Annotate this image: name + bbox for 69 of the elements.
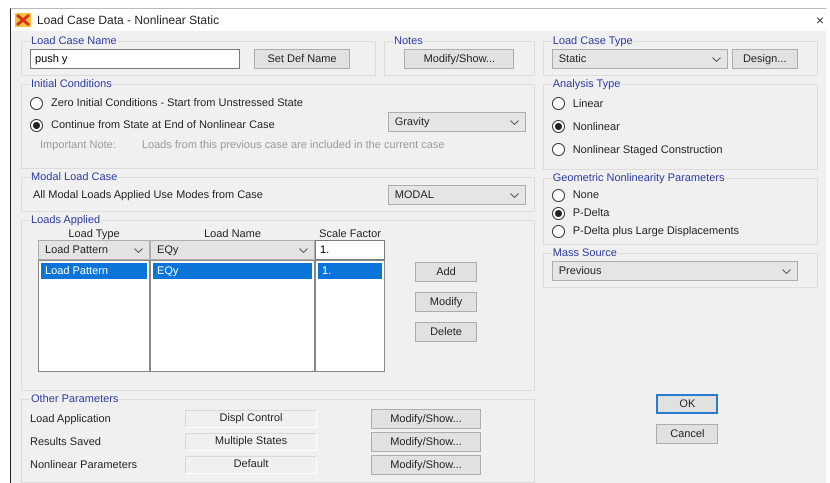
- modify-show-button[interactable]: Modify/Show...: [371, 432, 481, 452]
- list-item[interactable]: 1.: [318, 263, 382, 279]
- chevron-down-icon: [510, 192, 519, 198]
- chevron-down-icon: [782, 268, 791, 274]
- case-dropdown[interactable]: Gravity: [388, 112, 526, 132]
- radio-button[interactable]: [552, 120, 565, 133]
- list-action-button[interactable]: Delete: [415, 322, 477, 342]
- radio-label: Nonlinear Staged Construction: [572, 144, 723, 156]
- dialog-button[interactable]: OK: [656, 394, 718, 414]
- parameter-value: Multiple States: [185, 433, 317, 451]
- group-title: Analysis Type: [552, 78, 622, 90]
- group-title: Notes: [393, 35, 424, 47]
- app-logo-icon: [15, 13, 31, 27]
- chevron-down-icon: [712, 56, 721, 62]
- parameter-label: Results Saved: [30, 436, 102, 448]
- design-button[interactable]: Design...: [732, 49, 798, 69]
- chevron-down-icon: [134, 248, 143, 252]
- close-button[interactable]: ×: [816, 12, 824, 28]
- group-title: Geometric Nonlinearity Parameters: [552, 172, 726, 184]
- column-header: Load Type: [67, 228, 121, 240]
- list-item[interactable]: EQy: [153, 263, 312, 279]
- radio-button[interactable]: [552, 206, 565, 220]
- radio-button[interactable]: [552, 224, 565, 238]
- parameter-label: Load Application: [30, 413, 112, 425]
- list-action-button[interactable]: Add: [415, 262, 477, 282]
- chevron-down-icon: [299, 248, 308, 252]
- radio-button[interactable]: [30, 118, 43, 132]
- modify-show-button[interactable]: Modify/Show...: [371, 409, 481, 429]
- parameter-value: Default: [185, 456, 317, 474]
- radio-label: Linear: [572, 98, 604, 110]
- list-action-button[interactable]: Modify: [415, 292, 477, 312]
- group-title: Load Case Name: [30, 35, 118, 47]
- modal-case-label: All Modal Loads Applied Use Modes from Case: [33, 189, 263, 201]
- radio-label: Nonlinear: [572, 120, 620, 132]
- list-item[interactable]: Load Pattern: [41, 263, 147, 279]
- load-type-dropdown[interactable]: Load Pattern: [38, 240, 150, 260]
- mass-source-dropdown[interactable]: Previous: [552, 261, 798, 281]
- group-title: Other Parameters: [30, 393, 120, 405]
- column-header: Load Name: [203, 228, 262, 240]
- modal-case-dropdown[interactable]: MODAL: [388, 185, 526, 205]
- note-text: Loads from this previous case are included in the current case: [142, 139, 444, 151]
- group-title: Modal Load Case: [30, 171, 118, 183]
- parameter-label: Nonlinear Parameters: [30, 459, 138, 471]
- group-title: Load Case Type: [552, 35, 634, 47]
- note-label: Important Note:: [40, 139, 116, 151]
- group-title: Loads Applied: [30, 214, 102, 226]
- radio-button[interactable]: [552, 188, 565, 202]
- parameter-value: Displ Control: [185, 410, 317, 428]
- modify-show-button[interactable]: Modify/Show...: [404, 49, 514, 69]
- radio-label: P-Delta plus Large Displacements: [572, 225, 740, 237]
- window-title: Load Case Data - Nonlinear Static: [37, 13, 220, 27]
- chevron-down-icon: [510, 120, 519, 124]
- radio-button[interactable]: [552, 97, 565, 110]
- column-header: Scale Factor: [318, 228, 382, 240]
- radio-label: P-Delta: [572, 207, 610, 219]
- name-field[interactable]: push y: [30, 49, 240, 69]
- group-title: Mass Source: [552, 247, 618, 259]
- load-name-dropdown[interactable]: EQy: [150, 240, 315, 260]
- radio-label: Continue from State at End of Nonlinear Case: [51, 119, 275, 131]
- group-title: Initial Conditions: [30, 78, 113, 90]
- radio-label: Zero Initial Conditions - Start from Unstressed State: [51, 97, 303, 109]
- modify-show-button[interactable]: Modify/Show...: [371, 455, 481, 475]
- scale-factor-field[interactable]: 1.: [315, 240, 385, 260]
- dialog-button[interactable]: Cancel: [656, 424, 718, 444]
- radio-button[interactable]: [30, 96, 43, 110]
- case-type-dropdown[interactable]: Static: [552, 49, 728, 69]
- radio-button[interactable]: [552, 143, 565, 156]
- radio-label: None: [572, 189, 599, 201]
- set-def-name-button[interactable]: Set Def Name: [254, 49, 350, 69]
